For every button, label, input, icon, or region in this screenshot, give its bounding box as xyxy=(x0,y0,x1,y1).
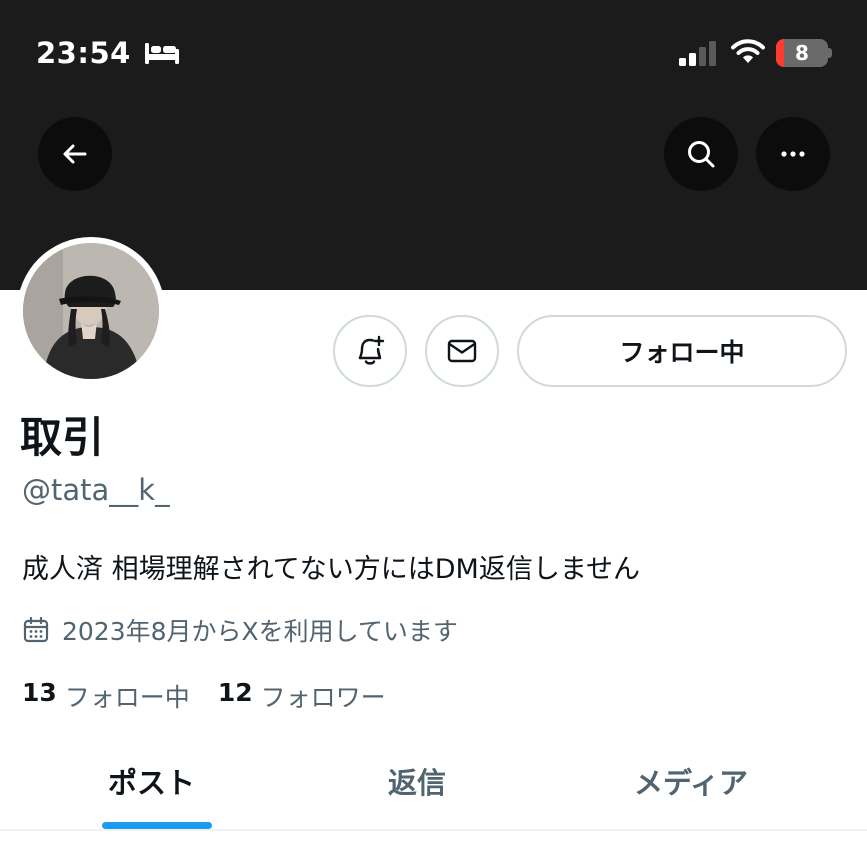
wifi-icon xyxy=(731,39,765,63)
followers-label[interactable]: フォロワー xyxy=(261,678,386,714)
following-button[interactable]: フォロー中 xyxy=(517,315,847,387)
avatar[interactable] xyxy=(23,243,159,379)
join-date-text: 2023年8月からXを利用しています xyxy=(62,617,458,646)
calendar-icon xyxy=(23,616,49,643)
join-date: 2023年8月からXを利用しています xyxy=(22,612,458,648)
tabs-divider xyxy=(0,829,867,831)
display-name: 取引 xyxy=(20,413,105,462)
signal-icon xyxy=(679,41,716,66)
battery-icon: 8 xyxy=(776,39,832,67)
status-time: 23:54 xyxy=(36,36,131,70)
followers-count[interactable]: 12 xyxy=(218,678,253,714)
battery-level: 8 xyxy=(795,41,809,65)
follow-stats: 13 フォロー中 12 フォロワー xyxy=(22,678,414,714)
arrow-left-icon xyxy=(63,144,87,164)
bell-plus-icon xyxy=(358,335,385,365)
bed-icon xyxy=(145,43,179,64)
active-tab-indicator xyxy=(102,822,212,829)
more-button[interactable] xyxy=(756,117,830,191)
tab-posts[interactable]: ポスト xyxy=(108,760,195,802)
user-bio: 成人済 相場理解されてない方にはDM返信しません xyxy=(22,554,641,585)
profile-tabs: ポスト 返信 メディア xyxy=(0,740,867,830)
envelope-icon xyxy=(447,339,477,363)
ellipsis-icon xyxy=(781,151,805,157)
tab-media[interactable]: メディア xyxy=(634,760,748,802)
search-button[interactable] xyxy=(664,117,738,191)
tab-replies[interactable]: 返信 xyxy=(388,760,446,802)
avatar-photo xyxy=(23,243,159,379)
following-count[interactable]: 13 xyxy=(22,678,57,714)
message-button[interactable] xyxy=(425,315,499,387)
back-button[interactable] xyxy=(38,117,112,191)
search-icon xyxy=(688,141,715,168)
notify-button[interactable] xyxy=(333,315,407,387)
following-label[interactable]: フォロー中 xyxy=(65,678,190,714)
user-handle: @tata__k_ xyxy=(22,473,170,507)
